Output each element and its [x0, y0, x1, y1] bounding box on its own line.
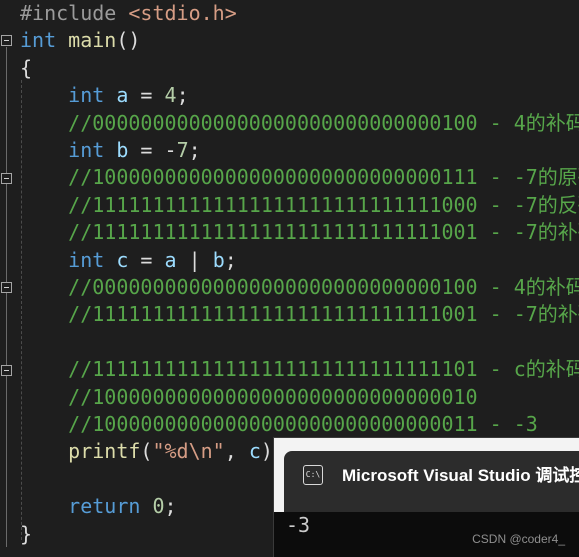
code-token-plain: { [20, 56, 32, 80]
indent [20, 357, 68, 381]
collapse-main-icon[interactable] [1, 35, 12, 46]
indent [20, 193, 68, 217]
code-line-text: } [20, 521, 32, 548]
console-titlebar: C:\ Microsoft Visual Studio 调试控 [274, 438, 579, 512]
code-line-text: return 0; [20, 493, 177, 520]
code-token-plain: ; [189, 138, 201, 162]
code-token-cmt: //10000000000000000000000000000010 [68, 385, 477, 409]
code-token-kw: int [20, 28, 56, 52]
code-line-text: int c = a | b; [20, 247, 237, 274]
indent [20, 220, 68, 244]
code-token-kw: int [68, 248, 104, 272]
code-token-plain: = [128, 248, 164, 272]
code-token-kw: int [68, 83, 104, 107]
code-token-plain: | [177, 248, 213, 272]
code-token-num: 7 [177, 138, 189, 162]
code-token-plain: ; [225, 248, 237, 272]
code-token-plain [56, 28, 68, 52]
indent [20, 439, 68, 463]
code-line-text: { [20, 55, 32, 82]
code-line-text: int main() [20, 27, 140, 54]
code-token-cmt: //11111111111111111111111111111001 - -7的… [68, 220, 579, 244]
code-token-plain [104, 83, 116, 107]
code-line-text: //11111111111111111111111111111001 - -7的… [20, 301, 579, 328]
indent [20, 385, 68, 409]
indent [20, 275, 68, 299]
code-line-text: //10000000000000000000000000000011 - -3 [20, 411, 538, 438]
code-token-kw: int [68, 138, 104, 162]
code-line-text: //10000000000000000000000000000111 - -7的… [20, 164, 579, 191]
code-line-text: int a = 4; [20, 82, 189, 109]
code-token-plain: () [116, 28, 140, 52]
code-token-fn: printf [68, 439, 140, 463]
code-token-plain: = [128, 83, 164, 107]
code-token-var: a [165, 248, 177, 272]
code-line-text: //10000000000000000000000000000010 [20, 384, 478, 411]
code-line-text: //00000000000000000000000000000100 - 4的补… [20, 110, 579, 137]
code-token-num: 4 [165, 83, 177, 107]
code-token-pre: #include [20, 1, 128, 25]
code-token-var: a [116, 83, 128, 107]
code-line-text: #include <stdio.h> [20, 0, 237, 27]
fold-rail [6, 47, 7, 547]
code-line-text: int b = -7; [20, 137, 201, 164]
indent [20, 412, 68, 436]
code-token-plain [104, 138, 116, 162]
code-token-var: b [213, 248, 225, 272]
code-token-cmt: //10000000000000000000000000000011 - -3 [68, 412, 538, 436]
code-token-plain: ; [177, 83, 189, 107]
code-token-kw: return [68, 494, 140, 518]
console-title: Microsoft Visual Studio 调试控 [342, 464, 579, 488]
indent [20, 138, 68, 162]
collapse-comment-block-2-icon[interactable] [1, 282, 12, 293]
terminal-icon: C:\ [303, 465, 323, 485]
code-token-str: "%d\n" [152, 439, 224, 463]
code-token-cmt: //11111111111111111111111111111000 - -7的… [68, 193, 579, 217]
code-token-num: 0 [152, 494, 164, 518]
collapse-comment-block-1-icon[interactable] [1, 173, 12, 184]
code-token-cmt: //11111111111111111111111111111001 - -7的… [68, 302, 579, 326]
watermark: CSDN @coder4_ [472, 532, 565, 546]
code-token-plain: , [225, 439, 249, 463]
indent [20, 494, 68, 518]
code-token-cmt: //00000000000000000000000000000100 - 4的补… [68, 275, 579, 299]
indent [20, 165, 68, 189]
code-token-cmt: //11111111111111111111111111111101 - c的补… [68, 357, 579, 381]
code-token-cmt: //10000000000000000000000000000111 - -7的… [68, 165, 579, 189]
indent [20, 248, 68, 272]
code-line-text: printf("%d\n", c); [20, 438, 285, 465]
code-token-plain: } [20, 522, 32, 546]
code-line-text: //11111111111111111111111111111001 - -7的… [20, 219, 579, 246]
code-token-cmt: //00000000000000000000000000000100 - 4的补… [68, 111, 579, 135]
code-line-text: //00000000000000000000000000000100 - 4的补… [20, 274, 579, 301]
code-token-var: b [116, 138, 128, 162]
code-token-fn: main [68, 28, 116, 52]
indent [20, 302, 68, 326]
code-token-plain: ( [140, 439, 152, 463]
code-token-plain [104, 248, 116, 272]
code-token-var: c [116, 248, 128, 272]
collapse-comment-block-3-icon[interactable] [1, 365, 12, 376]
code-token-var: c [249, 439, 261, 463]
code-line-text: //11111111111111111111111111111101 - c的补… [20, 356, 579, 383]
code-token-plain: = - [128, 138, 176, 162]
indent [20, 111, 68, 135]
code-line-text: //11111111111111111111111111111000 - -7的… [20, 192, 579, 219]
code-token-plain [140, 494, 152, 518]
console-output: -3 [286, 512, 310, 538]
indent [20, 83, 68, 107]
code-token-plain: ; [165, 494, 177, 518]
code-token-inc: <stdio.h> [128, 1, 236, 25]
console-tab[interactable]: C:\ Microsoft Visual Studio 调试控 [284, 451, 579, 512]
